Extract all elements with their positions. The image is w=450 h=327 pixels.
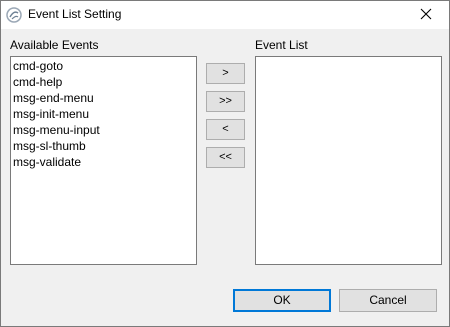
list-item[interactable]: msg-menu-input	[13, 122, 196, 138]
list-item[interactable]: cmd-help	[13, 74, 196, 90]
event-list-setting-dialog: Event List Setting Available Events cmd-…	[0, 0, 450, 327]
cancel-button[interactable]: Cancel	[339, 289, 437, 312]
add-all-button[interactable]: >>	[206, 91, 245, 112]
list-item[interactable]: msg-init-menu	[13, 106, 196, 122]
list-item[interactable]: msg-sl-thumb	[13, 138, 196, 154]
ok-button[interactable]: OK	[233, 289, 331, 312]
available-events-list[interactable]: cmd-goto cmd-help msg-end-menu msg-init-men…	[10, 56, 197, 265]
title-bar: Event List Setting	[1, 1, 449, 29]
list-item[interactable]: msg-validate	[13, 154, 196, 170]
event-list-label: Event List	[255, 38, 308, 52]
event-list[interactable]	[255, 56, 442, 265]
close-button[interactable]	[403, 1, 449, 29]
window-title: Event List Setting	[28, 7, 122, 21]
close-icon	[420, 8, 432, 23]
list-item[interactable]: msg-end-menu	[13, 90, 196, 106]
remove-button[interactable]: <	[206, 119, 245, 140]
add-button[interactable]: >	[206, 63, 245, 84]
remove-all-button[interactable]: <<	[206, 147, 245, 168]
available-events-label: Available Events	[10, 38, 99, 52]
list-item[interactable]: cmd-goto	[13, 58, 196, 74]
app-logo-icon	[6, 7, 22, 23]
